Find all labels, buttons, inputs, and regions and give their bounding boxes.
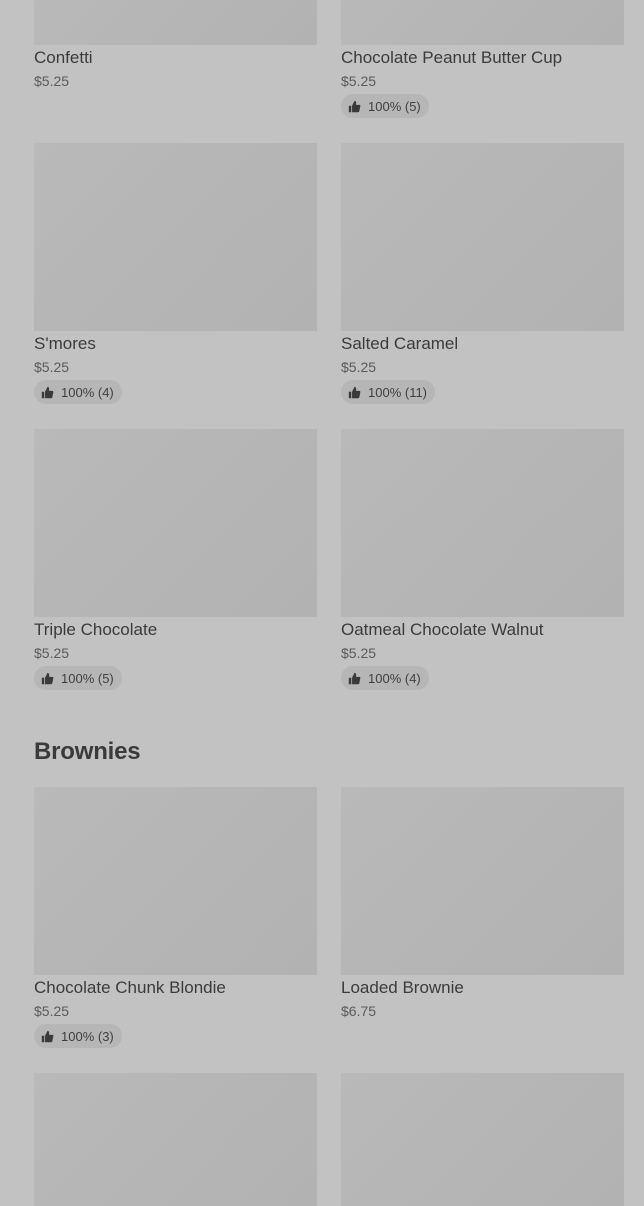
product-card[interactable]: S'mores $5.25 100% (4): [34, 143, 317, 408]
product-image: [341, 787, 624, 975]
product-price: $5.25: [341, 73, 377, 89]
product-card[interactable]: Loaded Brownie $6.75: [341, 787, 624, 1052]
product-price: $6.75: [341, 1003, 377, 1019]
product-image: [34, 429, 317, 617]
product-image: [341, 143, 624, 331]
product-price: $5.25: [34, 359, 70, 375]
product-price: $5.25: [34, 73, 70, 89]
product-name: S'mores: [34, 334, 96, 353]
product-image: [341, 1073, 624, 1206]
product-image: [34, 0, 317, 45]
rating-text: 100% (4): [61, 384, 114, 400]
rating-badge: 100% (4): [34, 380, 122, 404]
product-card[interactable]: Salted Caramel $5.25 100% (11): [341, 143, 624, 408]
product-card[interactable]: Triple Chocolate $5.25 100% (5): [34, 429, 317, 694]
rating-text: 100% (5): [61, 670, 114, 686]
product-card[interactable]: Chocolate Peanut Butter Cup $5.25 100% (…: [341, 0, 624, 130]
rating-text: 100% (4): [368, 670, 421, 686]
product-price: $5.25: [341, 645, 377, 661]
rating-text: 100% (11): [368, 384, 428, 400]
product-price: $5.25: [341, 359, 377, 375]
product-name: Triple Chocolate: [34, 620, 158, 639]
product-name: Chocolate Chunk Blondie: [34, 978, 226, 997]
product-name: Oatmeal Chocolate Walnut: [341, 620, 544, 639]
product-price: $5.25: [34, 1003, 70, 1019]
thumbs-up-icon: [41, 386, 54, 398]
product-card[interactable]: Chocolate Chunk Blondie $5.25 100% (3): [34, 787, 317, 1052]
thumbs-up-icon: [348, 100, 361, 112]
product-name: Salted Caramel: [341, 334, 459, 353]
rating-text: 100% (3): [61, 1028, 114, 1044]
product-image: [34, 143, 317, 331]
product-card[interactable]: [341, 1073, 624, 1206]
thumbs-up-icon: [41, 1030, 54, 1042]
rating-badge: 100% (11): [341, 380, 436, 404]
product-card[interactable]: Confetti $5.25: [34, 0, 317, 130]
thumbs-up-icon: [348, 386, 361, 398]
product-name: Loaded Brownie: [341, 978, 464, 997]
product-price: $5.25: [34, 645, 70, 661]
product-image: [34, 787, 317, 975]
product-image: [34, 1073, 317, 1206]
rating-badge: 100% (3): [34, 1024, 122, 1048]
rating-text: 100% (5): [368, 98, 421, 114]
product-card[interactable]: [34, 1073, 317, 1206]
thumbs-up-icon: [41, 672, 54, 684]
rating-badge: 100% (4): [341, 666, 429, 690]
rating-badge: 100% (5): [341, 94, 429, 118]
section-title: Brownies: [34, 738, 141, 765]
thumbs-up-icon: [348, 672, 361, 684]
product-image: [341, 429, 624, 617]
product-image: [341, 0, 624, 45]
product-card[interactable]: Oatmeal Chocolate Walnut $5.25 100% (4): [341, 429, 624, 694]
product-name: Chocolate Peanut Butter Cup: [341, 48, 563, 67]
product-name: Confetti: [34, 48, 93, 67]
rating-badge: 100% (5): [34, 666, 122, 690]
